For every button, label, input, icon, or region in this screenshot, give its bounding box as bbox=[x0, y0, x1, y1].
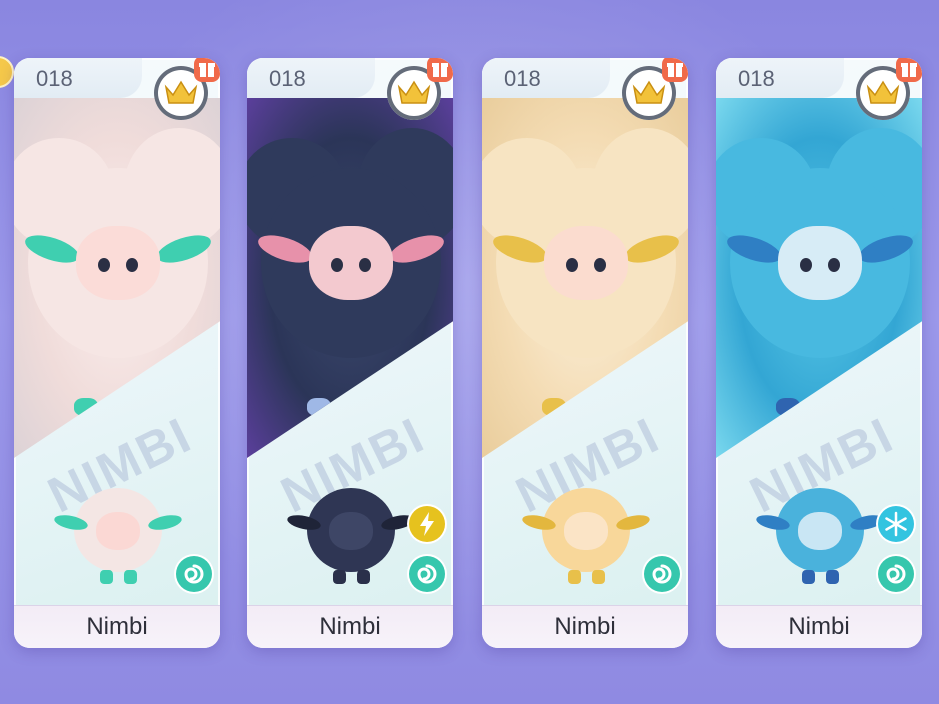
card-number: 018 bbox=[36, 66, 73, 91]
creature-sprite bbox=[755, 478, 885, 588]
gift-icon[interactable] bbox=[192, 58, 220, 84]
creature-card-1[interactable]: 018 NIMBI Nimbi bbox=[14, 58, 220, 648]
creature-name: Nimbi bbox=[86, 613, 148, 640]
spiral-icon[interactable] bbox=[409, 556, 445, 592]
number-tab bbox=[14, 58, 142, 98]
card-number: 018 bbox=[269, 66, 306, 91]
name-plate: Nimbi bbox=[14, 605, 220, 648]
name-plate: Nimbi bbox=[247, 605, 453, 648]
creature-sprite bbox=[286, 478, 416, 588]
name-plate: Nimbi bbox=[716, 605, 922, 648]
creature-sprite bbox=[521, 478, 651, 588]
card-number: 018 bbox=[504, 66, 541, 91]
creature-card-2[interactable]: 018 NIMBI Nimbi bbox=[247, 58, 453, 648]
spiral-icon[interactable] bbox=[644, 556, 680, 592]
creature-name: Nimbi bbox=[554, 613, 616, 640]
gift-icon[interactable] bbox=[425, 58, 453, 84]
creature-art bbox=[247, 98, 453, 458]
card-number: 018 bbox=[738, 66, 775, 91]
gift-icon[interactable] bbox=[894, 58, 922, 84]
creature-name: Nimbi bbox=[788, 613, 850, 640]
creature-card-4[interactable]: 018 NIMBI Nimbi bbox=[716, 58, 922, 648]
spiral-icon[interactable] bbox=[878, 556, 914, 592]
number-tab bbox=[716, 58, 844, 98]
snowflake-icon[interactable] bbox=[878, 506, 914, 542]
creature-art bbox=[716, 98, 922, 458]
lightning-icon[interactable] bbox=[409, 506, 445, 542]
number-tab bbox=[482, 58, 610, 98]
name-plate: Nimbi bbox=[482, 605, 688, 648]
number-tab bbox=[247, 58, 375, 98]
creature-card-3[interactable]: 018 NIMBI Nimbi bbox=[482, 58, 688, 648]
spiral-icon[interactable] bbox=[176, 556, 212, 592]
creature-sprite bbox=[53, 478, 183, 588]
gift-icon[interactable] bbox=[660, 58, 688, 84]
creature-art bbox=[482, 98, 688, 458]
creature-name: Nimbi bbox=[319, 613, 381, 640]
creature-art bbox=[14, 98, 220, 458]
